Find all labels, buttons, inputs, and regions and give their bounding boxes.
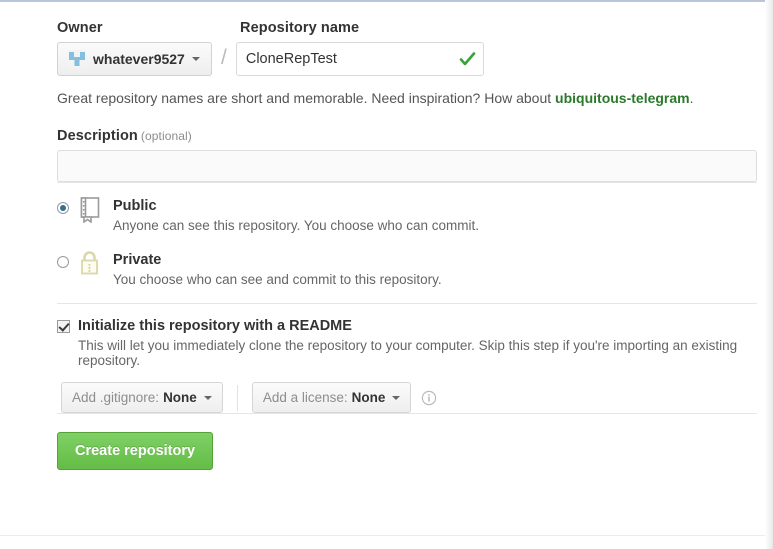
repository-name-wrapper bbox=[235, 42, 484, 76]
divider-readme bbox=[57, 303, 757, 305]
license-value: None bbox=[351, 390, 386, 406]
chevron-down-icon bbox=[191, 57, 200, 61]
visibility-private-title: Private bbox=[113, 251, 162, 268]
page-right-gutter bbox=[765, 0, 773, 549]
license-dropdown[interactable]: Add a license: None bbox=[251, 382, 412, 414]
submit-row: Create repository bbox=[57, 432, 757, 471]
readme-checkbox-row[interactable]: Initialize this repository with a README bbox=[57, 318, 757, 334]
create-repository-page: Owner Repository name whatever9527 / Clo… bbox=[0, 0, 765, 549]
gitignore-label: Add .gitignore: bbox=[72, 390, 160, 406]
gitignore-dropdown[interactable]: Add .gitignore: None bbox=[61, 382, 223, 414]
visibility-public-title: Public bbox=[113, 198, 157, 214]
name-labels-row: Owner Repository name bbox=[57, 20, 757, 36]
hint-text-after: . bbox=[689, 90, 694, 106]
suggested-name-link[interactable]: ubiquitous-telegram bbox=[555, 90, 690, 106]
description-optional-text: (optional) bbox=[140, 129, 192, 143]
radio-public[interactable] bbox=[57, 202, 69, 214]
divider-submit bbox=[57, 413, 757, 415]
license-label: Add a license: bbox=[262, 390, 348, 406]
lock-icon bbox=[81, 250, 98, 275]
readme-checkbox[interactable] bbox=[57, 319, 70, 333]
visibility-private-subtitle: You choose who can see and commit to thi… bbox=[113, 271, 442, 287]
hint-text-before: Great repository names are short and mem… bbox=[57, 90, 556, 106]
repository-name-label: Repository name bbox=[240, 20, 360, 36]
visibility-group: Public Anyone can see this repository. Y… bbox=[57, 196, 757, 289]
readme-title: Initialize this repository with a README bbox=[78, 318, 352, 335]
identicon-avatar bbox=[68, 50, 86, 68]
description-input[interactable] bbox=[57, 150, 757, 182]
description-block: Description (optional) bbox=[57, 128, 757, 182]
visibility-public-text: Public Anyone can see this repository. Y… bbox=[113, 196, 479, 236]
owner-select[interactable]: whatever9527 bbox=[57, 42, 212, 76]
dropdown-separator bbox=[236, 384, 238, 411]
radio-private[interactable] bbox=[57, 255, 69, 268]
divider-visibility bbox=[57, 182, 757, 183]
path-separator: / bbox=[221, 45, 227, 69]
chevron-down-icon bbox=[392, 395, 401, 400]
repository-name-hint: Great repository names are short and mem… bbox=[57, 90, 757, 106]
gitignore-value: None bbox=[163, 390, 197, 406]
owner-label: Owner bbox=[57, 20, 103, 36]
visibility-public-subtitle: Anyone can see this repository. You choo… bbox=[113, 218, 479, 233]
chevron-down-icon bbox=[203, 395, 212, 400]
info-circle-icon[interactable] bbox=[421, 390, 437, 406]
owner-name: whatever9527 bbox=[93, 51, 185, 67]
visibility-private-text: Private You choose who can see and commi… bbox=[113, 250, 442, 290]
create-repository-button[interactable]: Create repository bbox=[57, 432, 214, 471]
footer-divider bbox=[0, 535, 765, 536]
description-label-text: Description bbox=[57, 128, 138, 144]
description-label: Description (optional) bbox=[57, 128, 757, 144]
visibility-option-public[interactable]: Public Anyone can see this repository. Y… bbox=[57, 196, 757, 236]
repository-name-input[interactable] bbox=[235, 42, 484, 76]
create-repository-form: Owner Repository name whatever9527 / Clo… bbox=[57, 20, 757, 471]
visibility-option-private[interactable]: Private You choose who can see and commi… bbox=[57, 250, 757, 290]
repo-book-icon bbox=[80, 197, 100, 223]
name-inputs-row: whatever9527 / bbox=[57, 42, 757, 76]
readme-block: Initialize this repository with a README… bbox=[57, 318, 757, 414]
readme-subtitle: This will let you immediately clone the … bbox=[78, 338, 738, 369]
template-dropdowns-row: Add .gitignore: None Add a license: None bbox=[61, 382, 757, 414]
